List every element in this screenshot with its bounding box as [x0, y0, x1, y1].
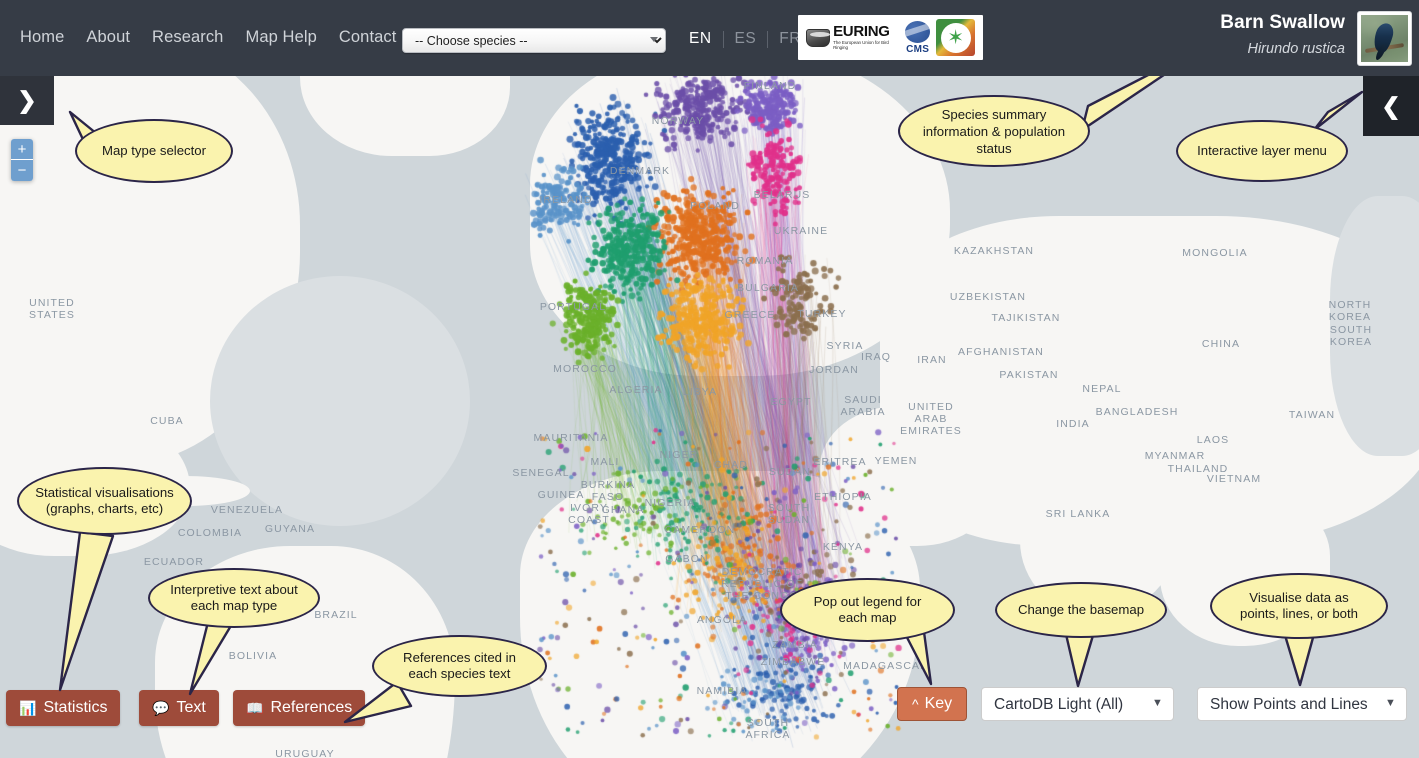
- euring-logo[interactable]: EURING The European Union for Bird Ringi…: [806, 24, 899, 50]
- callout-bubble: Statistical visualisations (graphs, char…: [17, 467, 192, 535]
- globe-icon: [905, 21, 930, 43]
- zoom-out-button[interactable]: −: [11, 160, 33, 181]
- callout-tail: [35, 530, 125, 700]
- callout-text: Pop out legend for each map: [814, 594, 922, 626]
- callout-bubble: Visualise data as points, lines, or both: [1210, 573, 1388, 639]
- map-zoom-controls[interactable]: + −: [11, 139, 33, 181]
- euring-logo-tagline: The European Union for Bird Ringing: [833, 41, 899, 50]
- callout-text: Statistical visualisations (graphs, char…: [35, 485, 174, 517]
- callout-tail: [1278, 630, 1348, 695]
- callout-text: Change the basemap: [1018, 602, 1144, 618]
- callout-bubble: Interpretive text about each map type: [148, 568, 320, 628]
- partner-logos: EURING The European Union for Bird Ringi…: [798, 15, 983, 60]
- zoom-in-button[interactable]: +: [11, 139, 33, 160]
- callout-bubble: Interactive layer menu: [1176, 120, 1348, 182]
- species-header: Barn Swallow Hirundo rustica: [1220, 12, 1345, 57]
- callout-bubble: Pop out legend for each map: [780, 578, 955, 642]
- euring-logo-name: EURING: [833, 24, 899, 39]
- left-panel-expand-button[interactable]: ❯: [0, 76, 54, 125]
- callout-tail: [1060, 628, 1130, 698]
- callout-text: Interpretive text about each map type: [170, 582, 298, 614]
- species-latin-name: Hirundo rustica: [1220, 41, 1345, 57]
- statistics-button-label: Statistics: [43, 699, 107, 717]
- callout-text: Visualise data as points, lines, or both: [1240, 590, 1358, 622]
- cms-logo-name: CMS: [906, 44, 929, 55]
- nav-item-map-help[interactable]: Map Help: [245, 28, 316, 47]
- top-navigation-bar: Home About Research Map Help Contact Us …: [0, 0, 1419, 76]
- language-option-es[interactable]: ES: [724, 30, 768, 48]
- callout-bubble: References cited in each species text: [372, 635, 547, 697]
- callout-bubble: Map type selector: [75, 119, 233, 183]
- bar-chart-icon: 📊: [19, 701, 36, 715]
- nav-item-about[interactable]: About: [86, 28, 130, 47]
- barn-swallow-photo: [1361, 15, 1408, 62]
- callout-tail: [170, 620, 250, 710]
- language-selector: EN ES FR: [678, 30, 812, 48]
- species-thumbnail[interactable]: [1357, 11, 1412, 66]
- nav-item-home[interactable]: Home: [20, 28, 64, 47]
- callout-text: References cited in each species text: [403, 650, 516, 682]
- star-icon: ✶: [947, 28, 964, 48]
- chevron-down-icon: [650, 37, 658, 42]
- swallow-shape: [1371, 22, 1395, 55]
- chevron-right-icon: ❯: [17, 89, 36, 112]
- chevron-up-icon: ^: [912, 697, 919, 711]
- cms-logo[interactable]: CMS: [905, 21, 930, 55]
- callout-text: Species summary information & population…: [923, 106, 1065, 157]
- species-common-name: Barn Swallow: [1220, 12, 1345, 34]
- language-option-en[interactable]: EN: [678, 30, 723, 48]
- callout-bubble: Species summary information & population…: [898, 95, 1090, 167]
- cms-badge-logo[interactable]: ✶: [936, 19, 975, 56]
- callout-bubble: Change the basemap: [995, 582, 1167, 638]
- callout-text: Map type selector: [102, 143, 206, 159]
- nav-item-research[interactable]: Research: [152, 28, 223, 47]
- callout-text: Interactive layer menu: [1197, 143, 1327, 159]
- species-select[interactable]: -- Choose species --: [402, 28, 666, 53]
- ring-cup-icon: [806, 29, 830, 47]
- comment-icon: 💬: [152, 701, 169, 715]
- main-nav-links: Home About Research Map Help Contact Us: [20, 28, 422, 47]
